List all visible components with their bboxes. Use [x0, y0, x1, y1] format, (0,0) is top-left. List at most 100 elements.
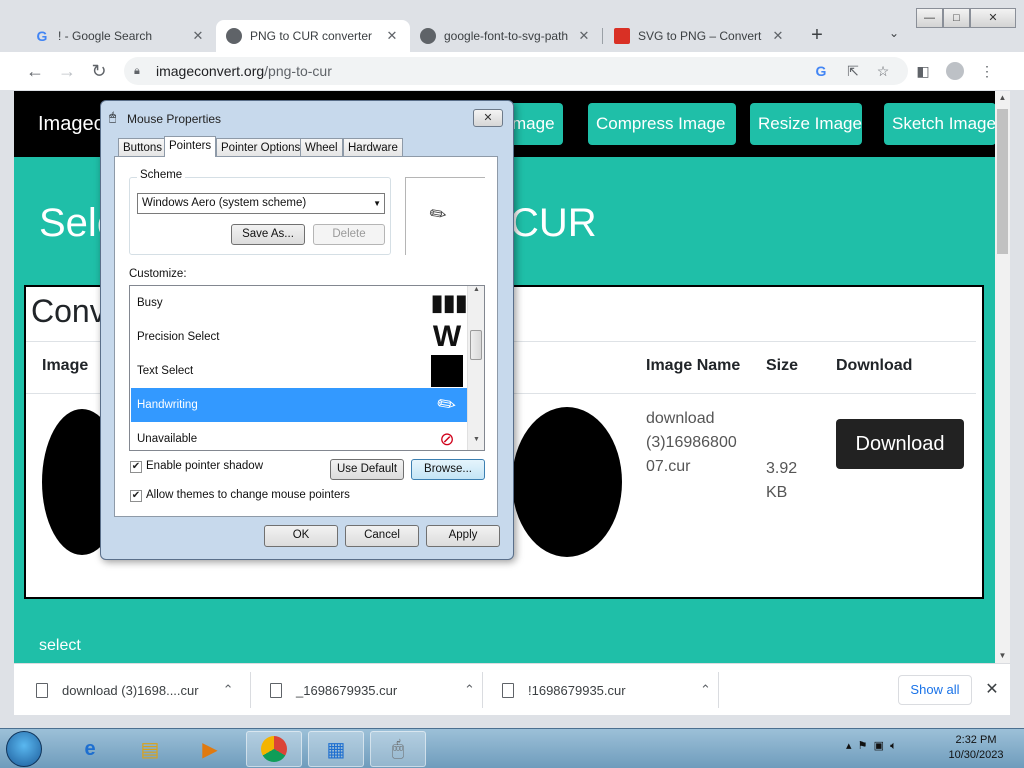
scroll-up-icon[interactable]: ▲	[468, 286, 484, 298]
scroll-thumb[interactable]	[470, 330, 482, 360]
download-item[interactable]: _1698679935.cur ⌃	[270, 664, 475, 716]
customize-label: Customize:	[129, 268, 187, 280]
save-as-button[interactable]: Save As...	[231, 224, 305, 245]
download-filename: !1698679935.cur	[528, 682, 626, 698]
list-item[interactable]: Busy ▮▮▮	[131, 286, 467, 320]
internet-explorer-icon[interactable]: e	[62, 731, 118, 767]
col-header-size: Size	[766, 357, 799, 374]
reload-icon[interactable]: ↻	[88, 60, 110, 82]
list-item-label: Text Select	[137, 365, 194, 377]
text-select-cursor-icon	[431, 355, 463, 387]
page-heading-end: CUR	[510, 201, 597, 245]
ok-button[interactable]: OK	[264, 525, 338, 547]
nav-resize-image[interactable]: Resize Image	[750, 103, 862, 145]
window-controls: — □ ✕	[916, 8, 1016, 28]
tab-hardware[interactable]: Hardware	[343, 138, 403, 157]
delete-button[interactable]: Delete	[313, 224, 385, 245]
window-close-button[interactable]: ✕	[970, 8, 1016, 28]
list-item[interactable]: Text Select	[131, 354, 467, 388]
scroll-up-icon[interactable]: ▲	[995, 91, 1010, 105]
show-all-button[interactable]: Show all	[898, 675, 972, 705]
close-icon[interactable]: ✕	[576, 28, 592, 44]
preview-image	[512, 407, 622, 557]
mouse-properties-dialog: 🖱︎ Mouse Properties ✕ Buttons Pointers P…	[100, 100, 514, 560]
system-tray[interactable]: ▴ ⚑ ▣ 🔈︎	[846, 739, 897, 753]
list-item[interactable]: Handwriting ✎	[131, 388, 467, 422]
control-panel-icon[interactable]: ▦	[308, 731, 364, 767]
scheme-dropdown[interactable]: Windows Aero (system scheme) ▼	[137, 193, 385, 214]
media-player-icon[interactable]: ▶	[182, 731, 238, 767]
scroll-down-icon[interactable]: ▼	[468, 436, 484, 448]
lock-icon: 🔒︎	[134, 64, 140, 77]
dialog-close-button[interactable]: ✕	[473, 109, 503, 127]
chrome-icon[interactable]	[246, 731, 302, 767]
windows-taskbar: e ▤ ▶ ▦ 🖱︎ ▴ ⚑ ▣ 🔈︎ 2:32 PM 10/30/2023	[0, 728, 1024, 768]
tab-search-chevron-icon[interactable]: ⌄	[884, 26, 904, 46]
google-icon: G	[36, 28, 48, 44]
share-icon[interactable]: ⇱	[844, 62, 862, 80]
tab-google-search[interactable]: G ! - Google Search ✕	[24, 20, 216, 52]
mouse-icon[interactable]: 🖱︎	[370, 731, 426, 767]
allow-themes-checkbox[interactable]: ✔	[130, 490, 142, 502]
file-name: download (3)16986800 07.cur	[646, 410, 737, 475]
google-lens-icon[interactable]: G	[812, 62, 830, 80]
close-icon[interactable]: ✕	[190, 28, 206, 44]
file-icon	[36, 682, 48, 698]
nav-compress-image[interactable]: Compress Image	[588, 103, 736, 145]
tab-png-to-cur[interactable]: PNG to CUR converter ✕	[216, 20, 410, 52]
file-explorer-icon[interactable]: ▤	[122, 731, 178, 767]
tab-google-font[interactable]: google-font-to-svg-path ✕	[410, 20, 602, 52]
col-header-image: Image	[42, 357, 89, 374]
divider	[718, 672, 719, 708]
tab-title: PNG to CUR converter	[250, 29, 373, 43]
mouse-icon: 🖱︎	[109, 110, 117, 124]
download-item[interactable]: download (3)1698....cur ⌃	[36, 664, 234, 716]
side-panel-icon[interactable]: ◧	[914, 62, 932, 80]
nav-sketch-image[interactable]: Sketch Image	[884, 103, 995, 145]
enable-shadow-checkbox[interactable]: ✔	[130, 461, 142, 473]
download-item[interactable]: !1698679935.cur ⌃	[502, 664, 711, 716]
svg-png-icon	[614, 28, 630, 44]
back-arrow-icon[interactable]: ←	[24, 60, 46, 82]
url-host: imageconvert.org	[156, 63, 265, 79]
minimize-button[interactable]: —	[916, 8, 943, 28]
download-filename: download (3)1698....cur	[62, 682, 199, 698]
globe-icon	[226, 28, 242, 44]
browse-button[interactable]: Browse...	[411, 459, 485, 480]
profile-avatar-icon[interactable]	[946, 62, 964, 80]
close-icon[interactable]: ✕	[384, 28, 400, 44]
apply-button[interactable]: Apply	[426, 525, 500, 547]
tab-strip: G ! - Google Search ✕ PNG to CUR convert…	[0, 0, 1024, 52]
close-icon[interactable]: ✕	[984, 679, 1000, 699]
scroll-thumb[interactable]	[997, 109, 1008, 254]
list-item-label: Precision Select	[137, 331, 220, 343]
forward-arrow-icon[interactable]: →	[56, 60, 78, 82]
list-item[interactable]: Precision Select W	[131, 320, 467, 354]
list-item[interactable]: Unavailable ⊘	[131, 422, 467, 450]
tab-wheel[interactable]: Wheel	[300, 138, 343, 157]
chevron-up-icon[interactable]: ⌃	[223, 682, 234, 698]
site-logo[interactable]: Imagec	[38, 113, 104, 136]
tab-svg-to-png[interactable]: SVG to PNG – Convert ✕	[604, 20, 796, 52]
list-item-label: Unavailable	[137, 433, 198, 445]
tab-buttons[interactable]: Buttons	[118, 138, 167, 157]
clock[interactable]: 2:32 PM 10/30/2023	[944, 733, 1008, 763]
menu-kebab-icon[interactable]: ⋮	[978, 62, 996, 80]
cancel-button[interactable]: Cancel	[345, 525, 419, 547]
cursor-list[interactable]: Busy ▮▮▮ Precision Select W Text Select …	[129, 285, 485, 451]
download-button[interactable]: Download	[836, 419, 964, 469]
bookmark-star-icon[interactable]: ☆	[874, 62, 892, 80]
maximize-button[interactable]: □	[943, 8, 970, 28]
tab-pointers[interactable]: Pointers	[164, 136, 217, 157]
tab-pointer-options[interactable]: Pointer Options	[216, 138, 306, 157]
page-scrollbar[interactable]: ▲ ▼	[995, 91, 1010, 663]
start-button[interactable]	[6, 731, 42, 767]
chevron-up-icon[interactable]: ⌃	[700, 682, 711, 698]
list-scrollbar[interactable]: ▲ ▼	[467, 286, 484, 450]
new-tab-button[interactable]: +	[806, 24, 828, 46]
use-default-button[interactable]: Use Default	[330, 459, 404, 480]
chevron-up-icon[interactable]: ⌃	[464, 682, 475, 698]
address-bar[interactable]: 🔒︎ imageconvert.org/png-to-cur	[124, 57, 908, 85]
close-icon[interactable]: ✕	[770, 28, 786, 44]
scroll-down-icon[interactable]: ▼	[995, 649, 1010, 663]
